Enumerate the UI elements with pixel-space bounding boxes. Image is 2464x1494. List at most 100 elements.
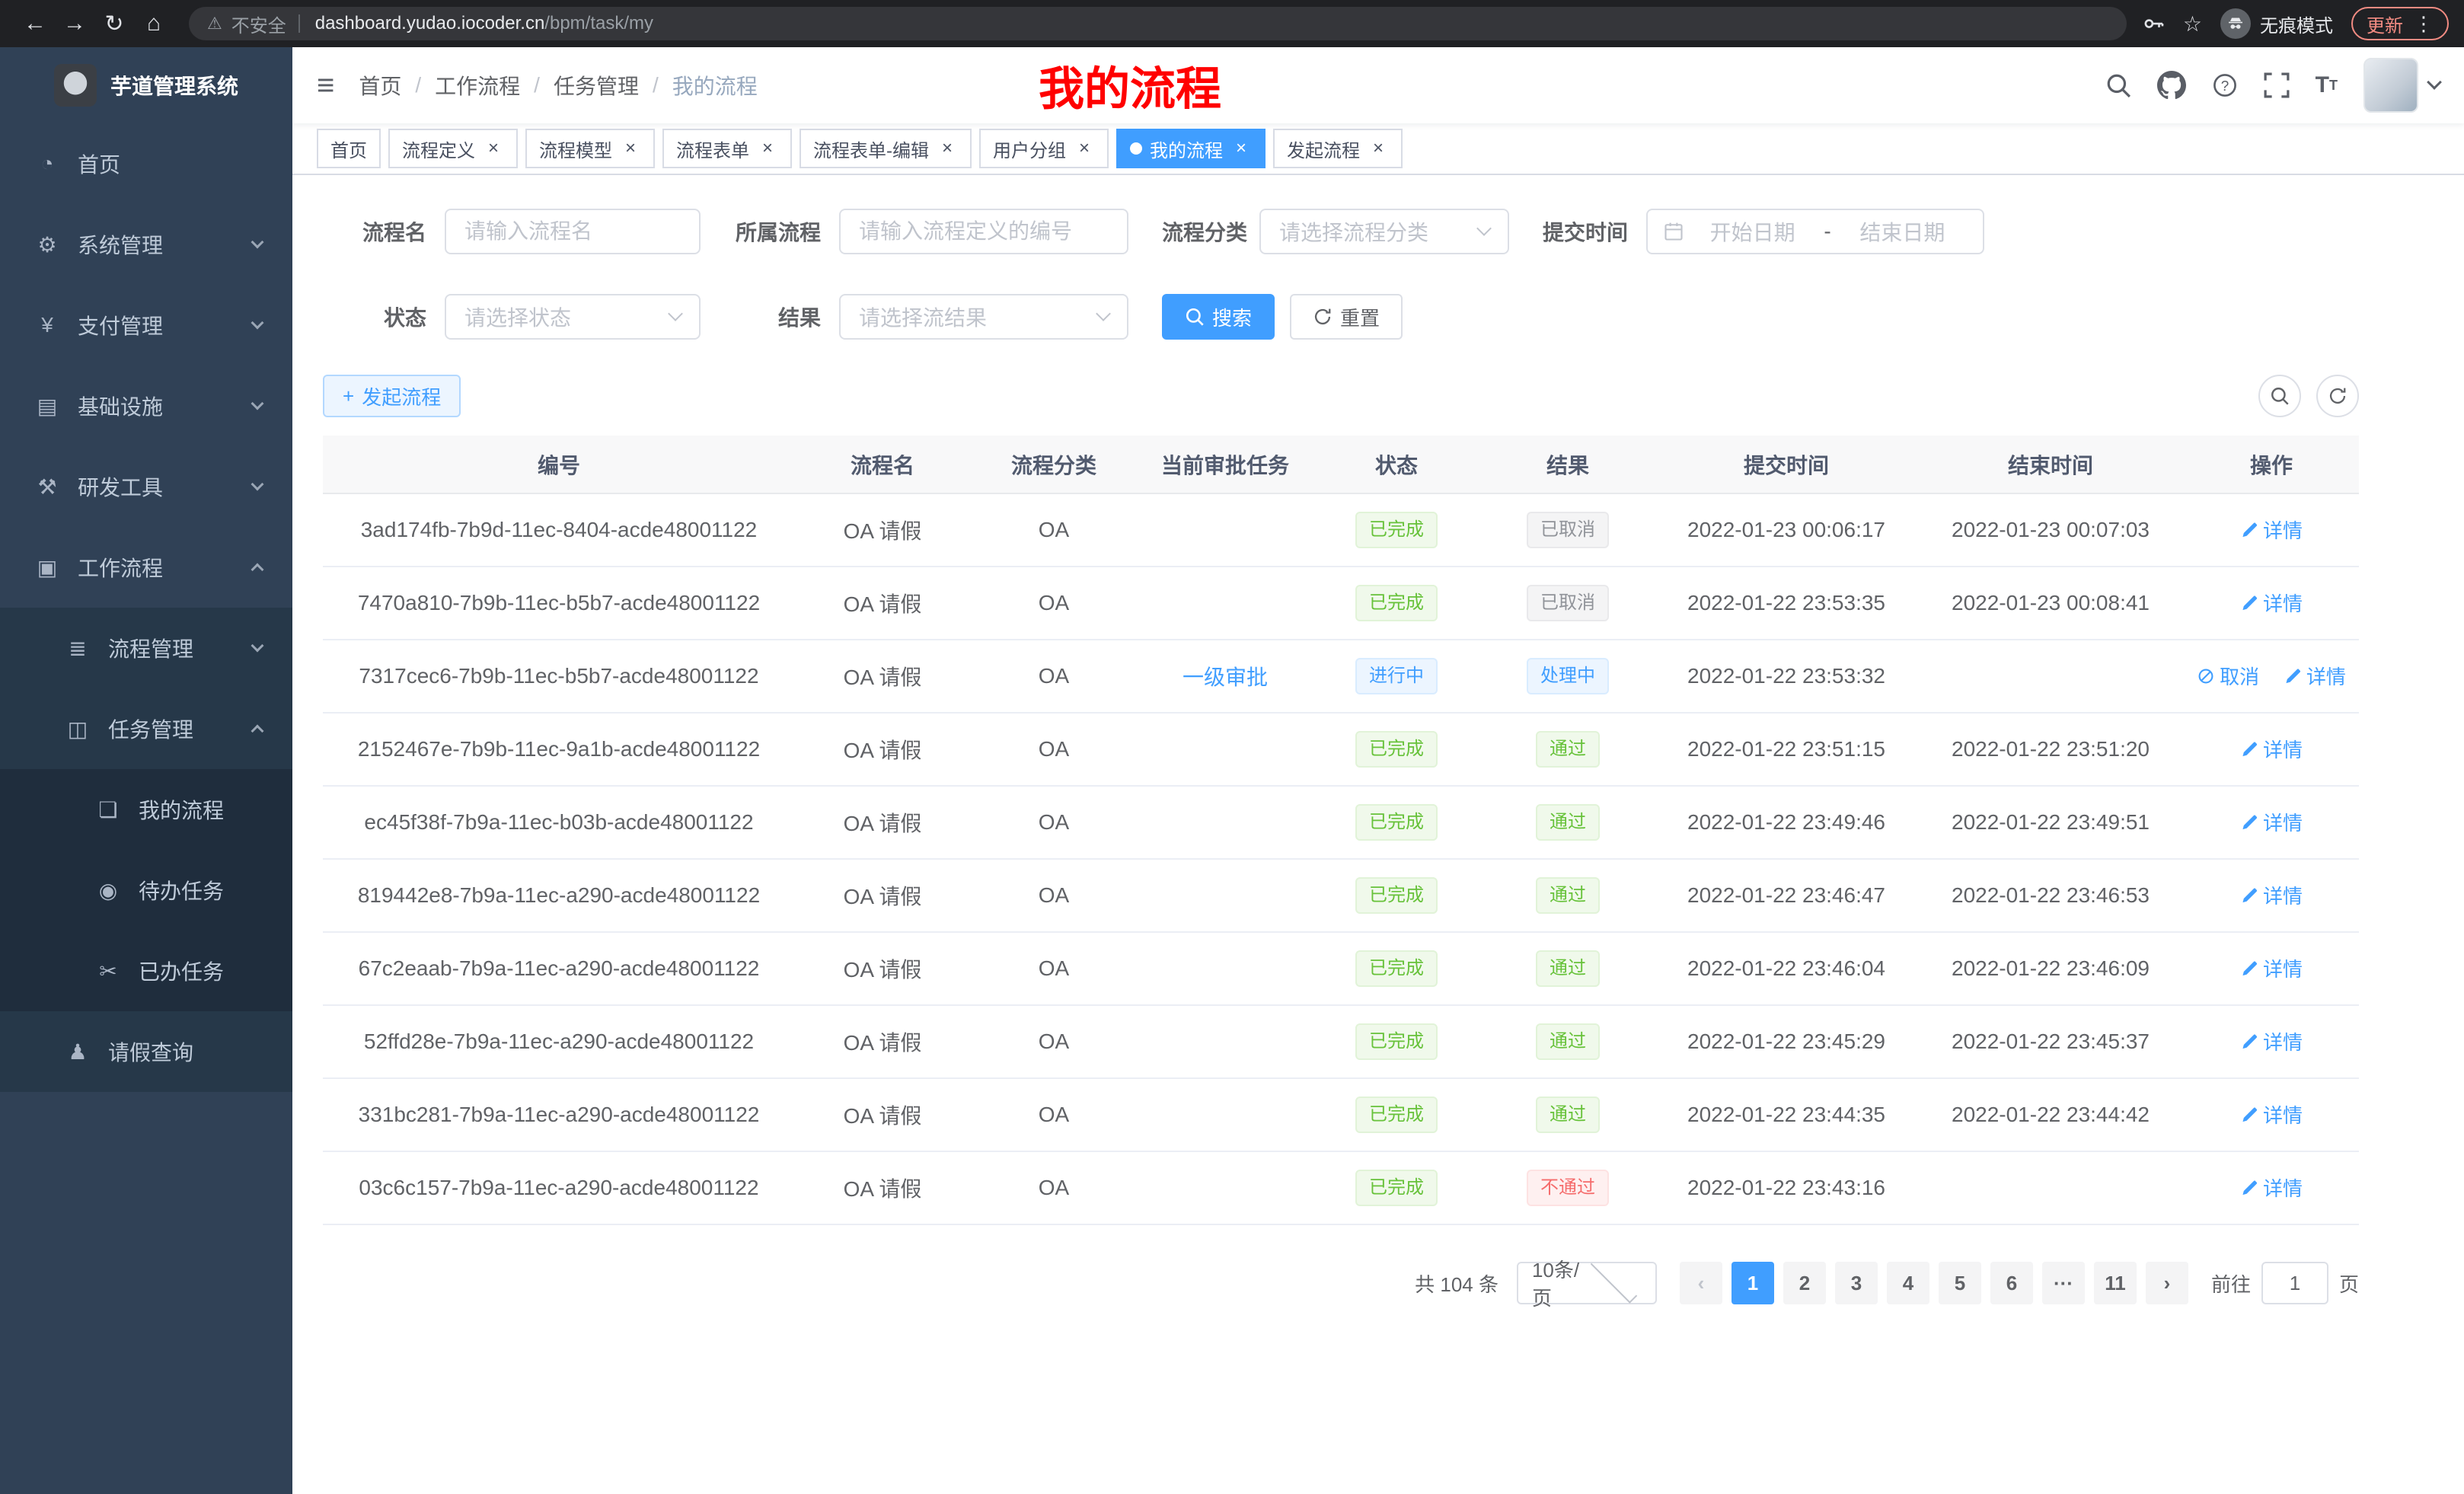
- toggle-search-button[interactable]: [2258, 375, 2301, 417]
- status-select[interactable]: 请选择状态: [445, 294, 701, 340]
- back-icon[interactable]: ←: [15, 11, 55, 37]
- status-badge: 已完成: [1355, 731, 1438, 768]
- reload-icon[interactable]: ↻: [94, 11, 134, 37]
- sidebar-item[interactable]: ⚙ 系统管理: [0, 204, 292, 285]
- page-button[interactable]: 11: [2094, 1262, 2137, 1304]
- view-tab[interactable]: 发起流程 ×: [1273, 129, 1403, 168]
- reset-button[interactable]: 重置: [1290, 294, 1403, 340]
- view-tab[interactable]: 用户分组 ×: [979, 129, 1109, 168]
- page-size-select[interactable]: 10条/页: [1517, 1262, 1657, 1304]
- cell-category: OA: [970, 1151, 1138, 1224]
- page-button[interactable]: 4: [1887, 1262, 1929, 1304]
- result-select[interactable]: 请选择流结果: [839, 294, 1128, 340]
- close-icon[interactable]: ×: [1368, 138, 1389, 159]
- view-tab[interactable]: 流程模型 ×: [525, 129, 655, 168]
- detail-link[interactable]: 详情: [2240, 1027, 2303, 1055]
- category-select[interactable]: 请选择流程分类: [1259, 209, 1509, 254]
- definition-input[interactable]: [839, 209, 1128, 254]
- sidebar-item[interactable]: ❏ 我的流程: [0, 769, 292, 850]
- next-page-button[interactable]: ›: [2146, 1262, 2188, 1304]
- sidebar-item[interactable]: ▣ 工作流程: [0, 527, 292, 608]
- github-icon[interactable]: [2157, 71, 2186, 100]
- sidebar-item[interactable]: ◫ 任务管理: [0, 688, 292, 769]
- detail-link[interactable]: 详情: [2240, 881, 2303, 909]
- page-button[interactable]: 1: [1732, 1262, 1774, 1304]
- sidebar-item[interactable]: ¥ 支付管理: [0, 285, 292, 366]
- cancel-link[interactable]: 取消: [2197, 662, 2259, 690]
- cell-process-name: OA 请假: [795, 1005, 970, 1078]
- page-button[interactable]: 6: [1990, 1262, 2033, 1304]
- tab-bar: 首页 流程定义 × 流程模型 × 流程表单 ×: [292, 123, 2464, 175]
- security-label[interactable]: 不安全: [231, 11, 286, 37]
- close-icon[interactable]: ×: [483, 138, 504, 159]
- page-button[interactable]: 3: [1835, 1262, 1878, 1304]
- detail-link[interactable]: 详情: [2240, 516, 2303, 544]
- detail-link[interactable]: 详情: [2240, 954, 2303, 982]
- cell-category: OA: [970, 786, 1138, 859]
- user-menu[interactable]: [2363, 58, 2440, 113]
- start-date-placeholder[interactable]: 开始日期: [1687, 216, 1818, 247]
- page-button[interactable]: 2: [1783, 1262, 1826, 1304]
- close-icon[interactable]: ×: [620, 138, 641, 159]
- breadcrumb-item[interactable]: 任务管理: [554, 70, 639, 101]
- close-icon[interactable]: ×: [757, 138, 778, 159]
- view-tab[interactable]: 流程表单-编辑 ×: [800, 129, 972, 168]
- cell-current-task: [1138, 493, 1313, 567]
- date-range-picker[interactable]: 开始日期 - 结束日期: [1646, 209, 1984, 254]
- browser-menu-icon[interactable]: ⋮: [2414, 12, 2434, 36]
- refresh-button[interactable]: [2316, 375, 2359, 417]
- prev-page-button[interactable]: ‹: [1680, 1262, 1722, 1304]
- sidebar-item[interactable]: ◔ 首页: [0, 123, 292, 204]
- start-process-button[interactable]: + 发起流程: [323, 375, 461, 417]
- detail-link[interactable]: 详情: [2240, 735, 2303, 763]
- result-badge: 通过: [1536, 950, 1600, 987]
- page-button[interactable]: ···: [2042, 1262, 2085, 1304]
- detail-link[interactable]: 详情: [2240, 1173, 2303, 1202]
- search-icon[interactable]: [2105, 72, 2131, 98]
- detail-link[interactable]: 详情: [2284, 662, 2346, 690]
- close-icon[interactable]: ×: [937, 138, 958, 159]
- detail-link[interactable]: 详情: [2240, 589, 2303, 617]
- fullscreen-icon[interactable]: [2264, 72, 2290, 98]
- breadcrumb-item[interactable]: 工作流程: [435, 70, 520, 101]
- sidebar-item[interactable]: ▤ 基础设施: [0, 366, 292, 446]
- sidebar-item[interactable]: ⚒ 研发工具: [0, 446, 292, 527]
- task-link[interactable]: 一级审批: [1183, 666, 1268, 689]
- cell-submit-time: 2022-01-22 23:44:35: [1655, 1078, 1917, 1151]
- cell-current-task: [1138, 1078, 1313, 1151]
- view-tab[interactable]: 我的流程 ×: [1116, 129, 1266, 168]
- column-header: 流程名: [795, 436, 970, 493]
- breadcrumb-item[interactable]: 首页: [359, 70, 401, 101]
- password-key-icon[interactable]: [2142, 12, 2165, 35]
- sidebar-toggle-icon[interactable]: ≡: [317, 70, 334, 101]
- sidebar-item[interactable]: ♟ 请假查询: [0, 1011, 292, 1092]
- sidebar-item[interactable]: ≣ 流程管理: [0, 608, 292, 688]
- close-icon[interactable]: ×: [1230, 138, 1252, 159]
- home-icon[interactable]: ⌂: [134, 11, 174, 37]
- forward-icon[interactable]: →: [55, 11, 94, 37]
- breadcrumb-item[interactable]: 我的流程: [672, 70, 758, 101]
- help-icon[interactable]: ?: [2212, 72, 2238, 98]
- view-tab[interactable]: 流程定义 ×: [388, 129, 518, 168]
- page-button[interactable]: 5: [1939, 1262, 1981, 1304]
- sidebar-item[interactable]: ✂ 已办任务: [0, 931, 292, 1011]
- cell-actions: 详情: [2184, 713, 2359, 786]
- jump-page-input[interactable]: [2261, 1262, 2328, 1304]
- chevron-icon: [251, 397, 264, 410]
- view-tab[interactable]: 流程表单 ×: [662, 129, 792, 168]
- search-button[interactable]: 搜索: [1162, 294, 1275, 340]
- address-bar[interactable]: ⚠ 不安全 dashboard.yudao.iocoder.cn /bpm/ta…: [189, 7, 2127, 40]
- bookmark-star-icon[interactable]: ☆: [2183, 11, 2202, 37]
- view-tab[interactable]: 首页: [317, 129, 381, 168]
- cell-submit-time: 2022-01-23 00:06:17: [1655, 493, 1917, 567]
- app-logo[interactable]: 芋道管理系统: [0, 47, 292, 123]
- end-date-placeholder[interactable]: 结束日期: [1837, 216, 1968, 247]
- detail-link[interactable]: 详情: [2240, 808, 2303, 836]
- avatar[interactable]: [2363, 58, 2418, 113]
- font-size-icon[interactable]: TT: [2316, 72, 2338, 98]
- close-icon[interactable]: ×: [1074, 138, 1095, 159]
- sidebar-item[interactable]: ◉ 待办任务: [0, 850, 292, 931]
- process-name-input[interactable]: [445, 209, 701, 254]
- detail-link[interactable]: 详情: [2240, 1100, 2303, 1128]
- update-button[interactable]: 更新 ⋮: [2351, 7, 2449, 40]
